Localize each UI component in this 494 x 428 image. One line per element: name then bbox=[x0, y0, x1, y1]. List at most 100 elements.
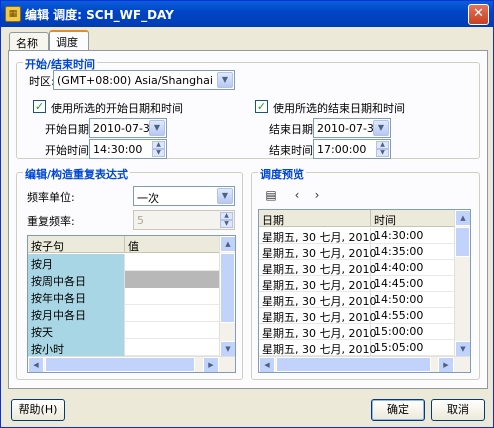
scroll-thumb[interactable] bbox=[455, 227, 470, 257]
preview-group-legend: 调度预览 bbox=[258, 166, 306, 182]
value-cell[interactable] bbox=[125, 271, 221, 288]
value-cell[interactable] bbox=[125, 322, 221, 339]
date-cell: 星期五, 30 七月, 2010 bbox=[259, 340, 376, 356]
tab-name[interactable]: 名称 bbox=[9, 32, 49, 50]
time-cell: 14:55:00 bbox=[371, 308, 456, 324]
preview-hscroll[interactable]: ◀ ▶ bbox=[259, 356, 470, 372]
scroll-thumb[interactable] bbox=[45, 357, 195, 372]
grid-icon[interactable]: ▤ bbox=[262, 187, 280, 205]
date-cell: 星期五, 30 七月, 2010 bbox=[259, 308, 376, 324]
clause-column-header[interactable]: 按子句 bbox=[28, 236, 125, 253]
preview-table[interactable]: 日期 时间 星期五, 30 七月, 2010 14:30:00 星期五, 30 七月… bbox=[258, 209, 471, 373]
table-row[interactable]: 星期五, 30 七月, 2010 14:40:00 bbox=[259, 260, 456, 276]
scroll-right-icon[interactable]: ▶ bbox=[438, 357, 454, 372]
spin-up-icon[interactable]: ▲ bbox=[376, 141, 389, 149]
help-button[interactable]: 帮助(H) bbox=[11, 399, 65, 421]
time-cell: 14:45:00 bbox=[371, 276, 456, 292]
clause-cell[interactable]: 按小时 bbox=[28, 339, 125, 356]
table-row[interactable]: 按周中各日 bbox=[28, 271, 221, 288]
time-cell: 14:30:00 bbox=[371, 228, 456, 244]
timezone-value: (GMT+08:00) Asia/Shanghai bbox=[57, 74, 213, 87]
clause-hscroll[interactable]: ◀ ▶ bbox=[28, 356, 235, 372]
table-row[interactable]: 星期五, 30 七月, 2010 14:50:00 bbox=[259, 292, 456, 308]
title-bar[interactable]: ▦ 编辑 调度: SCH_WF_DAY ✕ bbox=[1, 1, 493, 27]
freq-unit-select[interactable]: 一次 ▼ bbox=[133, 186, 235, 206]
chevron-down-icon: ▼ bbox=[217, 72, 233, 88]
use-end-checkbox[interactable]: ✓ bbox=[255, 100, 268, 113]
spinner-arrows[interactable]: ▲ ▼ bbox=[220, 212, 233, 228]
time-column-header[interactable]: 时间 bbox=[371, 210, 456, 227]
clause-cell[interactable]: 按天 bbox=[28, 322, 125, 339]
cancel-button[interactable]: 取消 bbox=[431, 399, 485, 421]
clause-cell[interactable]: 按月 bbox=[28, 254, 125, 271]
table-row[interactable]: 按小时 bbox=[28, 339, 221, 356]
time-group: 开始/结束时间 时区: (GMT+08:00) Asia/Shanghai ▼ … bbox=[16, 56, 480, 159]
scroll-down-icon[interactable]: ▼ bbox=[220, 341, 235, 357]
time-cell: 14:40:00 bbox=[371, 260, 456, 276]
tab-schedule[interactable]: 调度 bbox=[49, 30, 89, 50]
clause-cell[interactable]: 按年中各日 bbox=[28, 288, 125, 305]
preview-group: 调度预览 ▤ ‹ › 日期 时间 星期五, 30 七月, 2010 14:30:0… bbox=[251, 166, 480, 380]
close-button[interactable]: ✕ bbox=[468, 4, 489, 25]
value-cell[interactable] bbox=[125, 254, 221, 271]
value-column-header[interactable]: 值 bbox=[125, 236, 221, 253]
spin-up-icon[interactable]: ▲ bbox=[152, 141, 165, 149]
clause-vscroll[interactable]: ▲ ▼ bbox=[219, 236, 235, 357]
chevron-right-icon[interactable]: › bbox=[308, 187, 326, 205]
schedule-app-icon: ▦ bbox=[5, 6, 21, 22]
window-title: 编辑 调度: SCH_WF_DAY bbox=[25, 8, 174, 22]
value-cell[interactable] bbox=[125, 339, 221, 356]
table-row[interactable]: 按月中各日 bbox=[28, 305, 221, 322]
use-start-checkbox[interactable]: ✓ bbox=[33, 100, 46, 113]
scroll-thumb[interactable] bbox=[276, 357, 431, 372]
table-row[interactable]: 星期五, 30 七月, 2010 15:05:00 bbox=[259, 340, 456, 356]
scroll-thumb[interactable] bbox=[220, 253, 235, 323]
table-row[interactable]: 星期五, 30 七月, 2010 15:00:00 bbox=[259, 324, 456, 340]
value-cell[interactable] bbox=[125, 288, 221, 305]
spinner-arrows[interactable]: ▲ ▼ bbox=[152, 141, 165, 157]
tab-panel: 开始/结束时间 时区: (GMT+08:00) Asia/Shanghai ▼ … bbox=[8, 50, 488, 389]
end-date-picker[interactable]: 2010-07-30 ▼ bbox=[313, 118, 391, 138]
time-cell: 14:35:00 bbox=[371, 244, 456, 260]
scroll-left-icon[interactable]: ◀ bbox=[259, 357, 275, 372]
table-row[interactable]: 星期五, 30 七月, 2010 14:55:00 bbox=[259, 308, 456, 324]
start-time-value: 14:30:00 bbox=[93, 143, 143, 156]
spin-down-icon[interactable]: ▼ bbox=[220, 220, 233, 228]
scroll-up-icon[interactable]: ▲ bbox=[455, 210, 470, 226]
freq-unit-value: 一次 bbox=[137, 192, 159, 205]
time-cell: 15:05:00 bbox=[371, 340, 456, 356]
start-date-label: 开始日期: bbox=[45, 123, 93, 136]
end-time-spinner[interactable]: 17:00:00 ▲ ▼ bbox=[313, 139, 391, 159]
clause-table[interactable]: 按子句 值 按月按周中各日按年中各日按月中各日按天按小时按分钟按秒 ▲ ▼ ◀ … bbox=[27, 235, 236, 373]
start-time-spinner[interactable]: 14:30:00 ▲ ▼ bbox=[89, 139, 167, 159]
table-row[interactable]: 按天 bbox=[28, 322, 221, 339]
table-row[interactable]: 星期五, 30 七月, 2010 14:30:00 bbox=[259, 228, 456, 244]
value-cell[interactable] bbox=[125, 305, 221, 322]
repeat-spinner[interactable]: 5 ▲ ▼ bbox=[133, 210, 235, 230]
spinner-arrows[interactable]: ▲ ▼ bbox=[376, 141, 389, 157]
scroll-right-icon[interactable]: ▶ bbox=[203, 357, 219, 372]
spin-down-icon[interactable]: ▼ bbox=[152, 149, 165, 157]
date-cell: 星期五, 30 七月, 2010 bbox=[259, 228, 376, 244]
start-date-picker[interactable]: 2010-07-30 ▼ bbox=[89, 118, 167, 138]
table-row[interactable]: 按年中各日 bbox=[28, 288, 221, 305]
use-end-label: 使用所选的结束日期和时间 bbox=[273, 102, 405, 115]
preview-vscroll[interactable]: ▲ ▼ bbox=[454, 210, 470, 357]
scroll-down-icon[interactable]: ▼ bbox=[455, 341, 470, 357]
table-row[interactable]: 按月 bbox=[28, 254, 221, 271]
date-cell: 星期五, 30 七月, 2010 bbox=[259, 276, 376, 292]
date-cell: 星期五, 30 七月, 2010 bbox=[259, 292, 376, 308]
scroll-left-icon[interactable]: ◀ bbox=[28, 357, 44, 372]
ok-button[interactable]: 确定 bbox=[371, 399, 425, 421]
clause-cell[interactable]: 按月中各日 bbox=[28, 305, 125, 322]
table-row[interactable]: 星期五, 30 七月, 2010 14:45:00 bbox=[259, 276, 456, 292]
spin-up-icon[interactable]: ▲ bbox=[220, 212, 233, 220]
table-row[interactable]: 星期五, 30 七月, 2010 14:35:00 bbox=[259, 244, 456, 260]
chevron-left-icon[interactable]: ‹ bbox=[288, 187, 306, 205]
spin-down-icon[interactable]: ▼ bbox=[376, 149, 389, 157]
clause-cell[interactable]: 按周中各日 bbox=[28, 271, 125, 288]
scroll-up-icon[interactable]: ▲ bbox=[220, 236, 235, 252]
chevron-down-icon: ▼ bbox=[149, 120, 165, 136]
timezone-select[interactable]: (GMT+08:00) Asia/Shanghai ▼ bbox=[53, 70, 235, 90]
date-column-header[interactable]: 日期 bbox=[259, 210, 371, 227]
